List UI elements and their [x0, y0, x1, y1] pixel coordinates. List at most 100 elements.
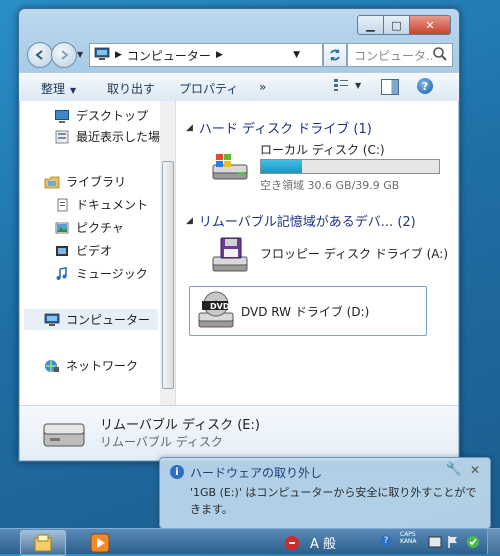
minimize-button[interactable]: ▁ [357, 15, 384, 35]
search-box[interactable]: コンピュータ... [347, 43, 453, 67]
documents-icon [54, 198, 70, 212]
explorer-folder-icon [34, 534, 52, 552]
group-title: ハード ディスク ドライブ (1) [198, 122, 372, 137]
ime-indicator[interactable]: A 般 [310, 533, 336, 552]
nav-item-libraries[interactable]: ライブラリ [44, 173, 126, 190]
nav-item-label: デスクトップ [76, 109, 149, 123]
command-bar: 整理 ▼ 取り出す プロパティ » ▼ ? [19, 72, 459, 102]
back-button[interactable] [27, 42, 53, 68]
wrench-icon[interactable]: 🔧 [446, 462, 462, 477]
more-commands-button[interactable]: » [259, 80, 266, 94]
dvd-badge: DVD [210, 302, 230, 311]
chevron-down-icon: ▼ [355, 80, 362, 90]
explorer-window: ▁ □ ✕ ▼ ▶ コンピューター ▶ ▼ コンピュータ... 整理 ▼ 取り出… [18, 8, 460, 462]
breadcrumb-separator[interactable]: ▶ [216, 50, 223, 60]
taskbar-explorer-button[interactable] [20, 530, 66, 556]
change-view-button[interactable]: ▼ [333, 78, 361, 92]
address-dropdown[interactable]: ▼ [293, 50, 300, 60]
nav-item-label: ピクチャ [76, 221, 124, 235]
dvd-drive-icon [198, 291, 234, 328]
drive-name: フロッピー ディスク ドライブ (A:) [260, 247, 449, 261]
drive-name: DVD RW ドライブ (D:) [241, 305, 370, 319]
organize-label: 整理 [41, 82, 66, 96]
nav-item-pictures[interactable]: ピクチャ [54, 219, 124, 236]
nav-item-label: ビデオ [76, 244, 113, 258]
group-hard-disk-drives[interactable]: ◢ ハード ディスク ドライブ (1) [186, 118, 372, 137]
details-title: リムーバブル ディスク (E:) [100, 418, 260, 433]
collapse-triangle-icon: ◢ [186, 122, 193, 133]
drive-free-space: 空き領域 30.6 GB/39.9 GB [260, 179, 400, 192]
help-button[interactable]: ? [417, 78, 433, 94]
search-placeholder: コンピュータ... [354, 48, 432, 63]
eject-button[interactable]: 取り出す [107, 80, 155, 97]
address-row: ▼ ▶ コンピューター ▶ ▼ コンピュータ... [27, 42, 453, 68]
navigation-pane: デスクトップ 最近表示した場所 ライブラリ ドキュメント ピクチャ ビデオ ミュ… [20, 101, 172, 405]
breadcrumb-separator[interactable]: ▶ [115, 50, 122, 60]
forward-arrow-icon [61, 50, 69, 60]
refresh-button[interactable] [323, 43, 347, 67]
nav-item-music[interactable]: ミュージック [54, 265, 148, 282]
drive-name: ローカル ディスク (C:) [260, 143, 385, 157]
scrollbar-thumb[interactable] [162, 161, 174, 389]
balloon-title: ハードウェアの取り外し [190, 466, 323, 480]
details-pane: リムーバブル ディスク (E:) リムーバブル ディスク [20, 405, 458, 460]
drive-local-c[interactable]: ローカル ディスク (C:) 空き領域 30.6 GB/39.9 GB [206, 137, 446, 195]
group-removable-storage[interactable]: ◢ リムーバブル記憶域があるデバ... (2) [186, 211, 416, 230]
computer-icon [44, 313, 60, 327]
caps-label: CAPS [400, 531, 416, 538]
disk-usage-bar [260, 159, 440, 174]
disk-usage-fill [261, 160, 303, 173]
caps-kana-indicator: CAPS KANA [400, 531, 417, 545]
taskbar-media-player-button[interactable] [84, 530, 128, 554]
organize-button[interactable]: 整理 ▼ [41, 80, 76, 97]
nav-item-label: ドキュメント [76, 198, 149, 212]
chevron-down-icon: ▼ [70, 86, 77, 95]
network-check-icon[interactable] [466, 535, 480, 549]
nav-item-videos[interactable]: ビデオ [54, 242, 112, 259]
nav-item-label: コンピューター [66, 313, 151, 327]
taskbar: A 般 ? CAPS KANA [0, 528, 500, 556]
refresh-icon [330, 49, 340, 61]
media-player-icon [90, 533, 110, 553]
kana-label: KANA [400, 538, 417, 545]
view-options-icon [334, 79, 348, 91]
network-icon [44, 359, 60, 373]
forward-button[interactable] [51, 42, 77, 68]
drive-dvd-d[interactable]: DVD DVD RW ドライブ (D:) [189, 286, 427, 336]
action-center-flag-icon[interactable] [446, 535, 460, 549]
libraries-icon [44, 175, 60, 189]
close-button[interactable]: ✕ [410, 15, 451, 35]
music-icon [54, 266, 70, 281]
nav-item-computer[interactable]: コンピューター [24, 309, 158, 330]
computer-icon [94, 47, 110, 64]
safely-remove-hardware-icon[interactable] [284, 535, 300, 551]
nav-item-desktop[interactable]: デスクトップ [54, 107, 148, 124]
nav-item-network[interactable]: ネットワーク [44, 357, 138, 374]
videos-icon [54, 244, 70, 258]
nav-item-recent-places[interactable]: 最近表示した場所 [54, 128, 172, 145]
show-desktop-button[interactable] [487, 529, 500, 554]
maximize-button[interactable]: □ [384, 15, 410, 35]
address-bar[interactable]: ▶ コンピューター ▶ ▼ [89, 43, 323, 67]
nav-item-documents[interactable]: ドキュメント [54, 196, 148, 213]
drive-floppy-a[interactable]: フロッピー ディスク ドライブ (A:) [206, 231, 449, 279]
caption-buttons: ▁ □ ✕ [357, 15, 451, 35]
balloon-close-button[interactable]: ✕ [470, 463, 480, 477]
ime-toolbar-icon[interactable] [428, 535, 442, 549]
search-icon [433, 47, 447, 61]
back-arrow-icon [35, 50, 43, 60]
properties-button[interactable]: プロパティ [179, 80, 238, 97]
breadcrumb-computer[interactable]: コンピューター [127, 47, 211, 64]
info-icon: i [170, 465, 184, 479]
details-subtitle: リムーバブル ディスク [100, 435, 223, 449]
preview-pane-toggle[interactable] [381, 79, 399, 95]
ime-help-icon[interactable]: ? [380, 535, 392, 547]
notification-balloon[interactable]: i ハードウェアの取り外し 🔧 ✕ '1GB (E:)' はコンピューターから安… [159, 457, 491, 529]
nav-item-label: ミュージック [76, 267, 148, 281]
recent-pages-dropdown[interactable]: ▼ [77, 50, 83, 59]
nav-item-label: ライブラリ [66, 175, 127, 189]
navigation-scrollbar[interactable] [160, 101, 176, 405]
notification-area: A 般 ? CAPS KANA [280, 531, 500, 553]
recent-places-icon [54, 130, 70, 144]
desktop-icon [54, 109, 70, 123]
